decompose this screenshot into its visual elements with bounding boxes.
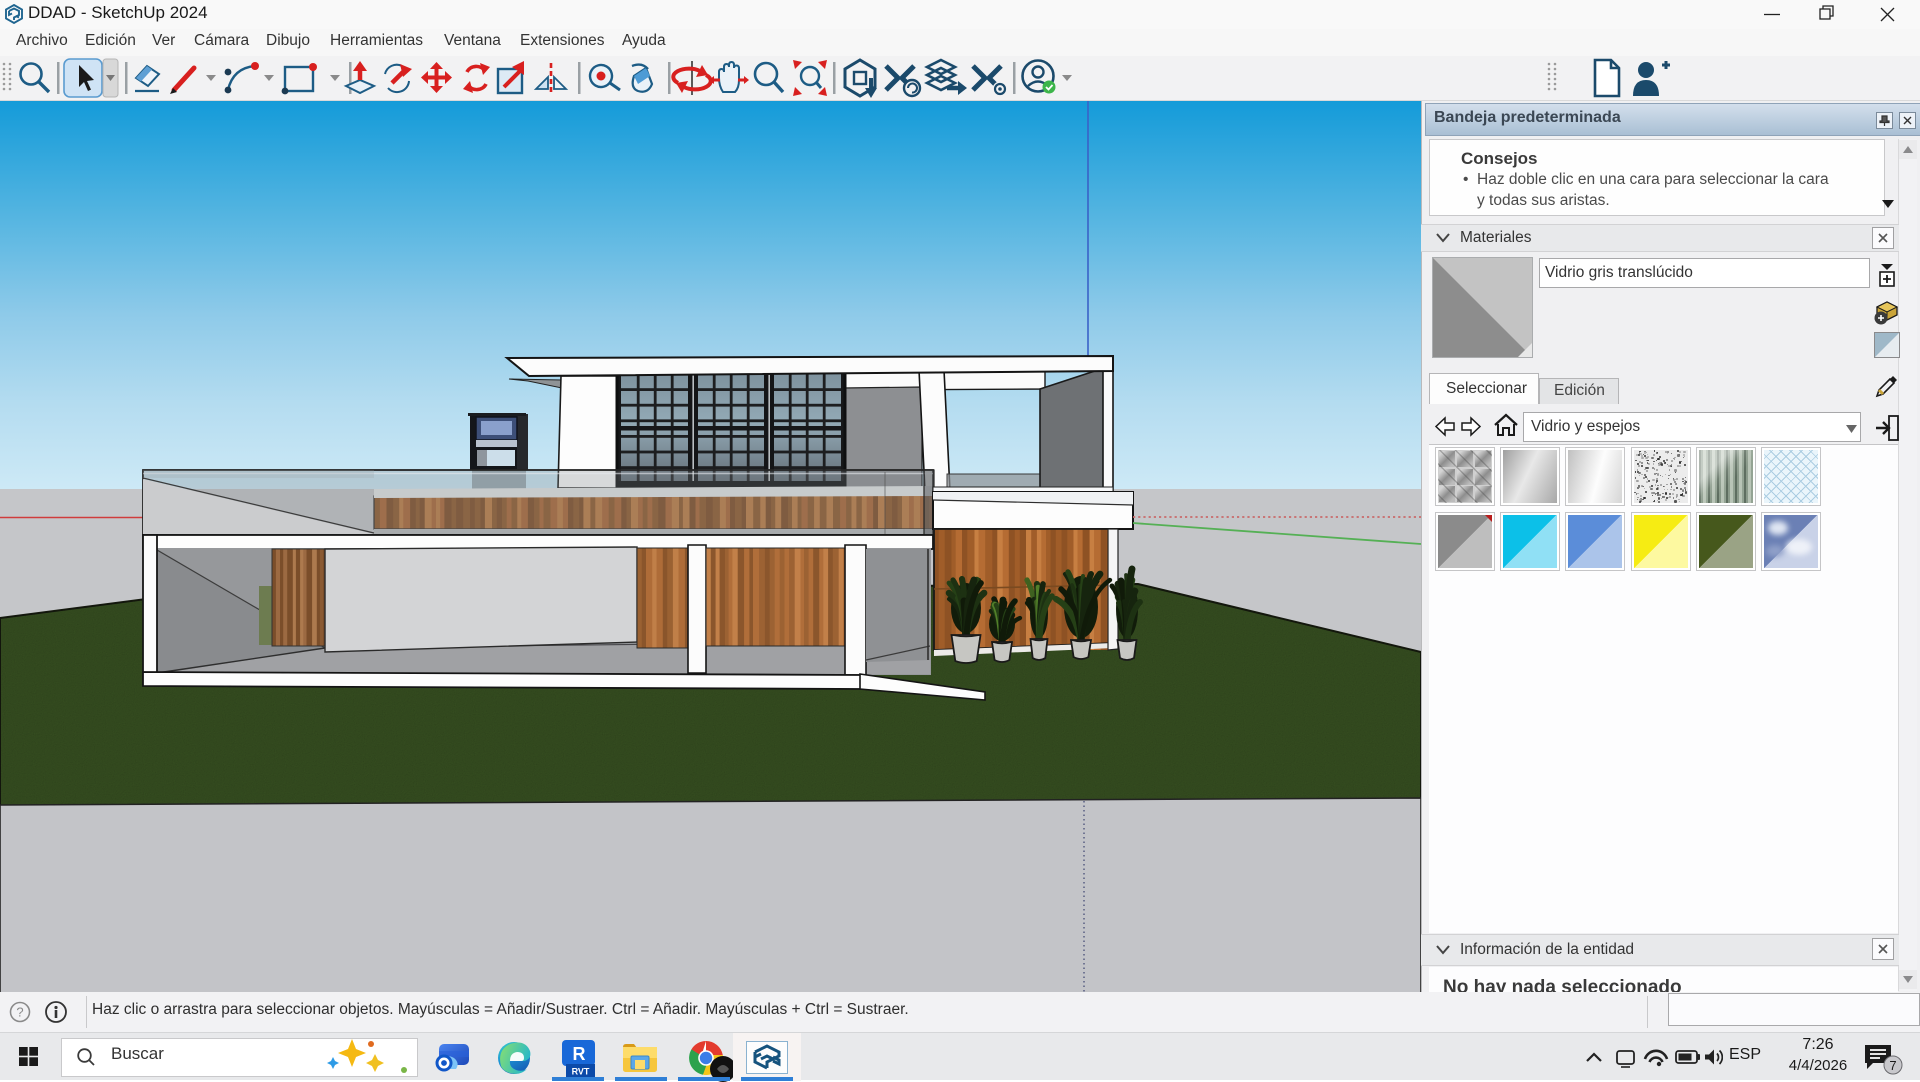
svg-text:R: R <box>573 1044 586 1064</box>
svg-text:RVT: RVT <box>572 1067 590 1077</box>
svg-text:?: ? <box>16 1005 23 1020</box>
svg-text:7: 7 <box>1889 1058 1896 1073</box>
